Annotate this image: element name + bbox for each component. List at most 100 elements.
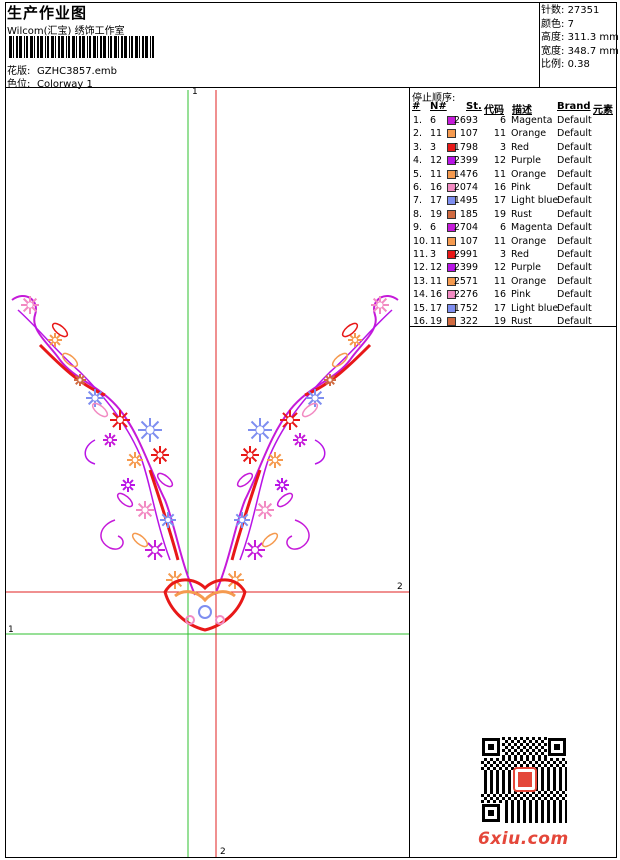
qr-module	[508, 791, 511, 794]
qr-module	[526, 758, 529, 761]
qr-module	[523, 815, 526, 818]
qr-module	[490, 773, 493, 776]
qr-module	[550, 791, 553, 794]
qr-module	[565, 767, 567, 770]
qr-module	[553, 821, 556, 823]
qr-module	[496, 770, 499, 773]
qr-module	[538, 749, 541, 752]
flower-center	[279, 482, 285, 488]
qr-module	[502, 737, 505, 740]
qr-module	[559, 818, 562, 821]
qr-module	[535, 746, 538, 749]
qr-module	[547, 767, 550, 770]
qr-module	[508, 776, 511, 779]
motif-inner	[174, 590, 236, 603]
qr-module	[541, 788, 544, 791]
qr-module	[520, 737, 523, 740]
qr-module	[496, 785, 499, 788]
qr-module	[529, 803, 532, 806]
qr-module	[547, 818, 550, 821]
flower	[160, 512, 176, 528]
qr-module	[547, 812, 550, 815]
qr-module	[502, 764, 505, 767]
qr-module	[496, 782, 499, 785]
qr-module	[538, 764, 541, 767]
qr-module	[505, 740, 508, 743]
qr-module	[496, 797, 499, 800]
qr-module	[535, 809, 538, 812]
qr-module	[490, 785, 493, 788]
qr-module	[526, 764, 529, 767]
qr-module	[544, 764, 547, 767]
flower	[136, 501, 154, 519]
qr-module	[559, 782, 562, 785]
qr-module	[484, 764, 487, 767]
qr-module	[541, 803, 544, 806]
qr-module	[547, 785, 550, 788]
qr-module	[550, 797, 553, 800]
qr-module	[544, 749, 547, 752]
qr-module	[565, 809, 567, 812]
qr-module	[547, 794, 550, 797]
flower	[371, 296, 389, 314]
qr-module	[517, 818, 520, 821]
qr-module	[526, 743, 529, 746]
qr-module	[532, 764, 535, 767]
qr-module	[529, 740, 532, 743]
qr-module	[481, 800, 484, 803]
leaf	[131, 532, 149, 548]
qr-module	[535, 803, 538, 806]
qr-module	[565, 815, 567, 818]
flower-center	[271, 456, 279, 464]
flower-center	[286, 416, 294, 424]
guide-v2-label: 2	[220, 847, 226, 857]
qr-module	[517, 812, 520, 815]
qr-module	[523, 794, 526, 797]
motif-outline	[163, 578, 247, 632]
qr-module	[565, 818, 567, 821]
flower	[234, 512, 250, 528]
qr-module	[559, 803, 562, 806]
qr-module	[529, 815, 532, 818]
qr-module	[544, 758, 547, 761]
qr-module	[508, 764, 511, 767]
flower-center	[77, 377, 83, 383]
guide-v1-label: 1	[192, 87, 198, 97]
qr-module	[511, 746, 514, 749]
qr-module	[529, 746, 532, 749]
qr-module	[490, 782, 493, 785]
qr-module	[559, 779, 562, 782]
qr-module	[484, 788, 487, 791]
qr-module	[481, 767, 484, 770]
qr-module	[532, 797, 535, 800]
qr-module	[565, 761, 567, 764]
design-left-half	[11, 295, 196, 596]
qr-module	[502, 758, 505, 761]
qr-module	[544, 797, 547, 800]
qr-module	[553, 782, 556, 785]
qr-module	[553, 800, 556, 803]
qr-module	[553, 785, 556, 788]
qr-module	[505, 752, 508, 755]
qr-module	[517, 800, 520, 803]
qr-module	[508, 737, 511, 740]
qr-module	[514, 737, 517, 740]
qr-module	[502, 770, 505, 773]
qr-module	[514, 743, 517, 746]
qr-module	[484, 758, 487, 761]
scroll-outline	[11, 295, 196, 596]
qr-module	[550, 758, 553, 761]
flower-center	[238, 516, 246, 524]
qr-module	[565, 782, 567, 785]
qr-finder	[554, 744, 560, 750]
qr-module	[496, 791, 499, 794]
qr-module	[490, 764, 493, 767]
qr-module	[508, 755, 511, 758]
qr-module	[553, 815, 556, 818]
flower	[280, 410, 300, 430]
qr-module	[547, 806, 550, 809]
qr-module	[511, 812, 514, 815]
qr-module	[553, 779, 556, 782]
qr-module	[547, 770, 550, 773]
qr-module	[565, 776, 567, 779]
